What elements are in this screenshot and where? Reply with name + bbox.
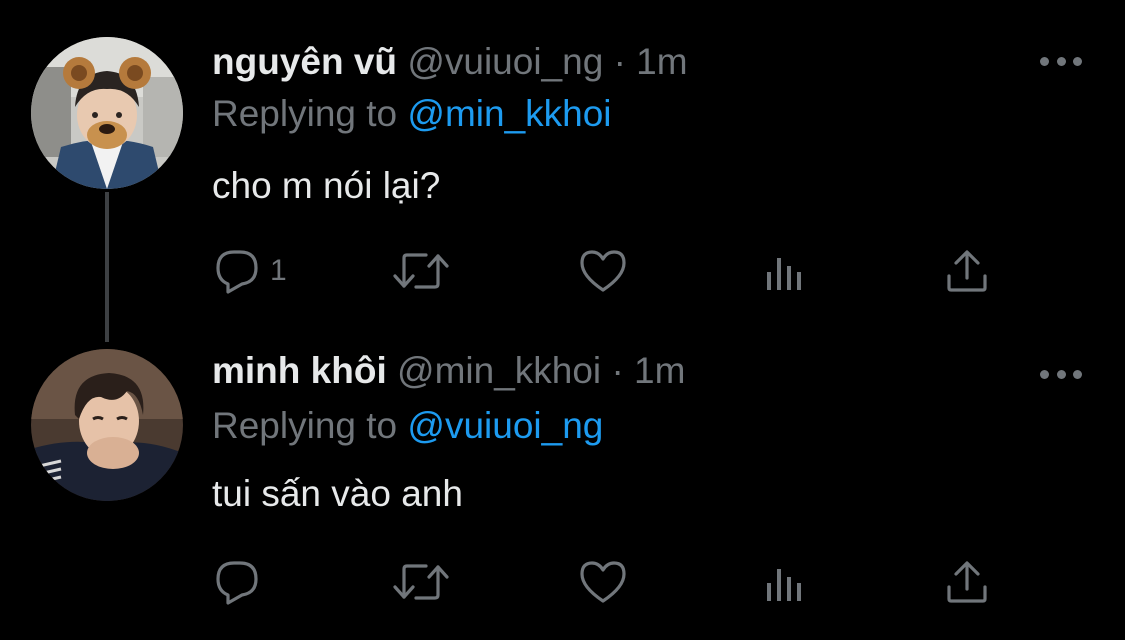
heart-icon (580, 561, 626, 603)
share-button[interactable] (944, 557, 990, 607)
more-icon[interactable] (1040, 366, 1082, 382)
share-icon (947, 561, 987, 603)
avatar-portrait-image (31, 349, 183, 501)
reply-button[interactable]: 1 (214, 246, 287, 296)
replying-to: Replying to @min_kkhoi (212, 92, 612, 136)
tweet-text: tui sấn vào anh (212, 473, 463, 514)
replying-to-label: Replying to (212, 93, 398, 134)
retweet-button[interactable] (392, 557, 450, 607)
tweet[interactable]: nguyên vũ @vuiuoi_ng · 1m Replying to @m… (0, 0, 1125, 330)
timestamp[interactable]: 1m (634, 350, 685, 391)
separator: · (613, 41, 626, 82)
retweet-button[interactable] (392, 246, 450, 296)
analytics-icon (767, 258, 801, 290)
user-handle[interactable]: @min_kkhoi (397, 350, 601, 391)
heart-icon (580, 250, 626, 292)
replying-to-handle[interactable]: @vuiuoi_ng (407, 405, 603, 446)
display-name[interactable]: nguyên vũ (212, 41, 397, 82)
separator: · (611, 350, 624, 391)
retweet-icon (393, 253, 449, 289)
like-button[interactable] (578, 246, 628, 296)
replying-to: Replying to @vuiuoi_ng (212, 404, 603, 448)
replying-to-label: Replying to (212, 405, 398, 446)
share-icon (947, 250, 987, 292)
avatar-bear-filter-image (31, 37, 183, 189)
share-button[interactable] (944, 246, 990, 296)
display-name[interactable]: minh khôi (212, 350, 387, 391)
avatar[interactable] (31, 349, 183, 501)
analytics-button[interactable] (764, 557, 808, 607)
avatar[interactable] (31, 37, 183, 189)
tweet-thread: nguyên vũ @vuiuoi_ng · 1m Replying to @m… (0, 0, 1125, 640)
analytics-button[interactable] (764, 246, 808, 296)
replying-to-handle[interactable]: @min_kkhoi (407, 93, 611, 134)
like-button[interactable] (578, 557, 628, 607)
timestamp[interactable]: 1m (636, 41, 687, 82)
analytics-icon (767, 569, 801, 601)
user-handle[interactable]: @vuiuoi_ng (407, 41, 603, 82)
tweet-header: minh khôi @min_kkhoi · 1m (212, 349, 685, 393)
tweet[interactable]: minh khôi @min_kkhoi · 1m Replying to @v… (0, 338, 1125, 640)
reply-count: 1 (270, 254, 287, 287)
tweet-header: nguyên vũ @vuiuoi_ng · 1m (212, 40, 688, 84)
reply-button[interactable] (214, 557, 270, 607)
reply-icon (216, 250, 258, 294)
reply-icon (216, 561, 258, 605)
tweet-text: cho m nói lại? (212, 165, 441, 206)
retweet-icon (393, 564, 449, 600)
more-icon[interactable] (1040, 53, 1082, 69)
